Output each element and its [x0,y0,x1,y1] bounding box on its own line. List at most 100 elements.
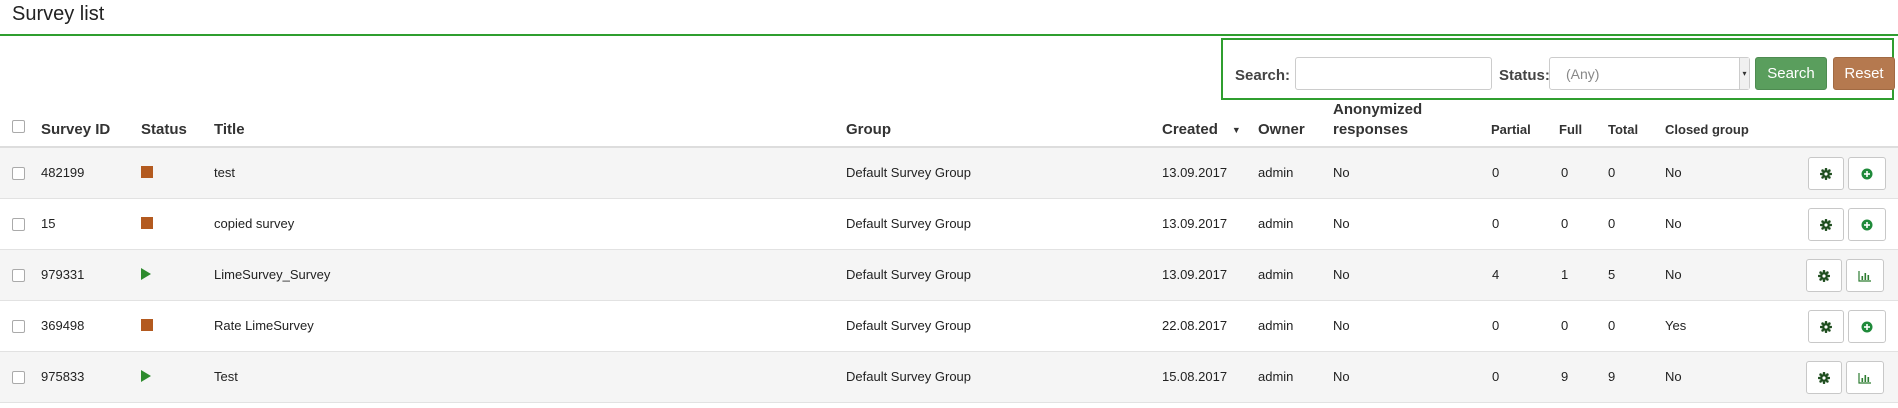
anonymized-cell: No [1333,318,1350,333]
plus-circle-icon [1861,219,1873,231]
full-cell: 1 [1561,267,1569,282]
header-total[interactable]: Total [1608,122,1638,137]
owner-cell: admin [1258,318,1294,333]
partial-cell: 0 [1492,216,1500,231]
closed-group-cell: No [1665,369,1682,384]
anonymized-cell: No [1333,369,1350,384]
header-owner[interactable]: Owner [1258,121,1305,138]
owner-cell: admin [1258,216,1294,231]
row-checkbox[interactable] [12,218,25,231]
gear-icon [1817,269,1831,283]
reset-button[interactable]: Reset [1833,57,1895,90]
partial-cell: 0 [1492,165,1500,180]
statistics-button[interactable] [1846,361,1884,394]
header-status[interactable]: Status [141,121,187,138]
row-checkbox[interactable] [12,167,25,180]
header-group[interactable]: Group [846,121,891,138]
header-created-label: Created [1162,121,1218,138]
chevron-down-icon: ▾ [1739,58,1749,89]
closed-group-cell: No [1665,267,1682,282]
header-created[interactable]: Created ▼ [1162,121,1241,138]
status-select-value: (Any) [1566,66,1600,82]
search-panel: Search: Status: (Any) ▾ Search Reset [1221,38,1895,100]
created-cell: 13.09.2017 [1162,165,1228,180]
search-input[interactable] [1295,57,1492,90]
play-icon [141,370,151,382]
partial-cell: 0 [1492,369,1500,384]
total-cell: 0 [1608,318,1616,333]
settings-button[interactable] [1808,208,1844,241]
row-checkbox[interactable] [12,371,25,384]
page-header: Survey list [0,0,1898,36]
survey-id-cell: 482199 [41,165,85,180]
survey-table-body: 482199 test Default Survey Group 13.09.2017… [0,148,1898,403]
title-cell: copied survey [214,216,295,231]
survey-id-cell: 979331 [41,267,85,282]
total-cell: 9 [1608,369,1616,384]
owner-cell: admin [1258,369,1294,384]
header-closed-group[interactable]: Closed group [1665,122,1749,137]
select-all-checkbox[interactable] [12,120,25,133]
header-anonymized[interactable]: Anonymized responses [1333,100,1463,140]
stop-icon [141,166,153,178]
header-full[interactable]: Full [1559,122,1582,137]
row-checkbox[interactable] [12,320,25,333]
anonymized-cell: No [1333,216,1350,231]
full-cell: 0 [1561,318,1569,333]
title-cell: Test [214,369,238,384]
group-cell: Default Survey Group [846,216,972,231]
bar-chart-icon [1858,373,1871,384]
group-cell: Default Survey Group [846,369,972,384]
play-icon [141,268,151,280]
settings-button[interactable] [1808,310,1844,343]
row-checkbox[interactable] [12,269,25,282]
add-button[interactable] [1848,157,1886,190]
plus-circle-icon [1861,168,1873,180]
title-cell: test [214,165,235,180]
created-cell: 15.08.2017 [1162,369,1228,384]
created-cell: 13.09.2017 [1162,267,1228,282]
settings-button[interactable] [1806,259,1842,292]
header-partial[interactable]: Partial [1491,122,1531,137]
table-row[interactable]: 979331 LimeSurvey_Survey Default Survey Gr… [0,250,1898,301]
title-cell: Rate LimeSurvey [214,318,314,333]
bar-chart-icon [1858,271,1871,282]
settings-button[interactable] [1808,157,1844,190]
gear-icon [1819,167,1833,181]
table-row[interactable]: 369498 Rate LimeSurvey Default Survey Grou… [0,301,1898,352]
partial-cell: 0 [1492,318,1500,333]
statistics-button[interactable] [1846,259,1884,292]
created-cell: 22.08.2017 [1162,318,1228,333]
plus-circle-icon [1861,321,1873,333]
table-row[interactable]: 482199 test Default Survey Group 13.09.2017… [0,148,1898,199]
partial-cell: 4 [1492,267,1500,282]
search-button[interactable]: Search [1755,57,1827,90]
add-button[interactable] [1848,208,1886,241]
full-cell: 0 [1561,216,1569,231]
closed-group-cell: No [1665,165,1682,180]
full-cell: 0 [1561,165,1569,180]
total-cell: 5 [1608,267,1616,282]
gear-icon [1817,371,1831,385]
owner-cell: admin [1258,165,1294,180]
status-select[interactable]: (Any) ▾ [1549,57,1750,90]
owner-cell: admin [1258,267,1294,282]
settings-button[interactable] [1806,361,1842,394]
closed-group-cell: No [1665,216,1682,231]
table-header: Survey ID Status Title Group Created ▼ Ow… [0,100,1898,148]
total-cell: 0 [1608,216,1616,231]
group-cell: Default Survey Group [846,267,972,282]
add-button[interactable] [1848,310,1886,343]
table-row[interactable]: 975833 Test Default Survey Group 15.08.2017… [0,352,1898,403]
total-cell: 0 [1608,165,1616,180]
full-cell: 9 [1561,369,1569,384]
anonymized-cell: No [1333,267,1350,282]
survey-id-cell: 15 [41,216,56,231]
anonymized-cell: No [1333,165,1350,180]
header-title[interactable]: Title [214,121,245,138]
table-row[interactable]: 15 copied survey Default Survey Group 13.09… [0,199,1898,250]
title-cell: LimeSurvey_Survey [214,267,331,282]
survey-id-cell: 369498 [41,318,85,333]
header-survey-id[interactable]: Survey ID [41,121,110,138]
group-cell: Default Survey Group [846,165,972,180]
